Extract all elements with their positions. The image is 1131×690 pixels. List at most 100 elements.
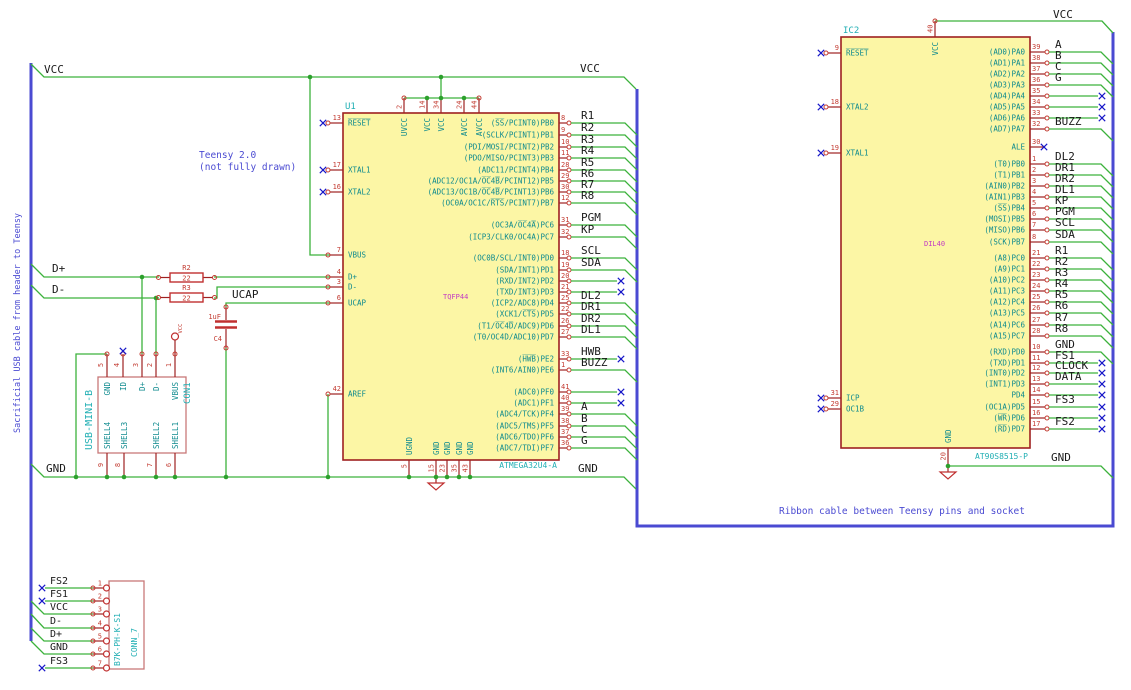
pin-name: (ADC0)PF0 <box>513 388 554 397</box>
component-conn7[interactable]: CONN_7 B7K-PH-K-S1 1 2 3 4 5 6 7 <box>93 580 145 672</box>
connector-value[interactable]: B7K-PH-K-S1 <box>113 613 122 666</box>
pin-conn7-2[interactable]: 2 <box>93 593 111 605</box>
wire[interactable] <box>935 20 1114 34</box>
net-label[interactable]: SDA <box>581 256 601 269</box>
pin-name: SHELL1 <box>171 422 180 449</box>
net-label[interactable]: FS1 <box>50 589 68 600</box>
net-label[interactable]: BUZZ <box>581 356 608 369</box>
wire[interactable] <box>571 369 638 383</box>
wire[interactable] <box>571 269 638 283</box>
component-r3[interactable]: R322 <box>160 284 213 303</box>
net-label[interactable]: FS2 <box>50 576 68 587</box>
annotation-text[interactable]: (not fully drawn) <box>199 162 296 173</box>
net-label[interactable]: UCAP <box>232 288 259 301</box>
annotation-text[interactable]: Sacrificial USB cable from header to Tee… <box>13 213 23 433</box>
chip-reference[interactable]: U1 <box>345 102 356 112</box>
pin-name: (TXD)PD1 <box>989 359 1025 368</box>
net-label[interactable]: R8 <box>1055 322 1068 335</box>
wire-junction-dot <box>467 474 473 480</box>
chip-value[interactable]: AT90S8515-P <box>975 452 1028 461</box>
pin-conn7-7[interactable]: 7 <box>93 660 111 672</box>
wire[interactable] <box>309 77 330 256</box>
net-label[interactable]: FS3 <box>1055 393 1075 406</box>
annotation-text[interactable]: Teensy 2.0 <box>199 150 256 161</box>
pin-conn7-1[interactable]: 1 <box>93 580 111 592</box>
ground-triangle <box>426 482 446 491</box>
pin-name: (INT0)PD2 <box>984 369 1025 378</box>
chip-package[interactable]: DIL40 <box>924 240 945 248</box>
vcc-power-symbol[interactable]: VCC <box>170 324 185 354</box>
vcc-symbol-label[interactable]: VCC <box>178 324 184 334</box>
net-label[interactable]: SDA <box>1055 228 1075 241</box>
net-label[interactable]: VCC <box>580 62 600 75</box>
resistor-reference[interactable]: R2 <box>182 264 190 272</box>
connector-reference[interactable]: CON1 <box>183 382 193 404</box>
net-label[interactable]: VCC <box>1053 8 1073 21</box>
schematic-canvas[interactable]: U1 ATMEGA32U4-A TQFP44 8 (S̅S̅/PCINT0)PB0 R1 9… <box>0 0 1131 690</box>
pin-terminal-dot <box>1044 288 1050 294</box>
wire[interactable] <box>30 284 159 299</box>
net-label[interactable]: G <box>1055 71 1062 84</box>
component-c4[interactable]: 1uF C4 <box>208 307 237 348</box>
pin-terminal-dot <box>1044 381 1050 387</box>
pin-number: 7 <box>146 463 154 467</box>
net-label[interactable]: FS3 <box>50 656 68 667</box>
net-label[interactable]: GND <box>1051 451 1071 464</box>
chip-value[interactable]: ATMEGA32U4-A <box>499 461 557 470</box>
net-label[interactable]: GND <box>50 642 68 653</box>
resistor-value[interactable]: 22 <box>182 275 190 283</box>
net-label[interactable]: D- <box>50 616 62 627</box>
net-label[interactable]: G <box>581 434 588 447</box>
net-label[interactable]: D+ <box>50 629 62 640</box>
resistor-reference[interactable]: R3 <box>182 284 190 292</box>
wire[interactable] <box>948 465 1114 479</box>
net-label[interactable]: D- <box>52 283 65 296</box>
net-label[interactable]: FS2 <box>1055 415 1075 428</box>
capacitor-reference[interactable]: C4 <box>214 335 222 343</box>
net-label[interactable]: VCC <box>44 63 64 76</box>
component-r2[interactable]: R222 <box>160 264 213 283</box>
pin-name: (A14)PC6 <box>989 321 1026 330</box>
component-con1[interactable]: CON1 USB-MINI-B 5 GND 4 ID 3 D+ 2 D- 1 VBUS 9 SHELL4 8… <box>84 351 193 477</box>
wire[interactable] <box>30 63 637 90</box>
pin-number: 36 <box>1032 76 1040 84</box>
pin-number: 11 <box>1032 354 1040 362</box>
pin-number: 25 <box>1032 293 1040 301</box>
net-label[interactable]: VCC <box>50 602 68 613</box>
schematic-svg[interactable]: U1ATMEGA32U4-ATQFP448(S̅S̅/PCINT0)PB0R19… <box>0 0 1131 690</box>
wire[interactable] <box>571 447 638 461</box>
annotation-text[interactable]: Ribbon cable between Teensy pins and soc… <box>779 506 1025 517</box>
net-label[interactable]: R8 <box>581 189 594 202</box>
wire[interactable] <box>1049 128 1114 142</box>
net-label[interactable]: DL1 <box>581 323 601 336</box>
component-ic2[interactable]: IC2AT90S8515-PDIL4039(AD0)PA0A38(AD1)PA1… <box>817 21 1114 466</box>
pin-conn7-3[interactable]: 3 <box>93 606 111 618</box>
chip-package[interactable]: TQFP44 <box>443 293 468 301</box>
pin-name: XTAL1 <box>348 166 371 175</box>
net-label[interactable]: D+ <box>52 262 66 275</box>
net-label[interactable]: KP <box>581 223 595 236</box>
pin-conn7-6[interactable]: 6 <box>93 646 111 658</box>
capacitor-value[interactable]: 1uF <box>208 313 221 321</box>
chip-reference[interactable]: IC2 <box>843 26 859 36</box>
net-label[interactable]: GND <box>46 462 66 475</box>
pin-name: (A10)PC2 <box>989 276 1025 285</box>
pin-circle <box>102 664 111 672</box>
pin-number: 21 <box>561 283 569 291</box>
pin-number: 19 <box>561 261 569 269</box>
pin-name: XTAL1 <box>846 149 869 158</box>
pin-number: 23 <box>439 464 447 472</box>
pin-terminal-dot <box>1044 349 1050 355</box>
resistor-value[interactable]: 22 <box>182 295 190 303</box>
net-label[interactable]: DATA <box>1055 370 1082 383</box>
pin-conn7-4[interactable]: 4 <box>93 620 111 632</box>
pin-conn7-5[interactable]: 5 <box>93 633 111 645</box>
wire[interactable] <box>225 302 330 307</box>
wire[interactable] <box>30 263 159 278</box>
pin-number: 9 <box>97 463 105 467</box>
net-label[interactable]: BUZZ <box>1055 115 1082 128</box>
connector-reference[interactable]: CONN_7 <box>130 628 139 657</box>
component-u1[interactable]: U1ATMEGA32U4-ATQFP448(S̅S̅/PCINT0)PB0R19… <box>319 98 638 477</box>
connector-value[interactable]: USB-MINI-B <box>84 390 95 450</box>
net-label[interactable]: GND <box>578 462 598 475</box>
